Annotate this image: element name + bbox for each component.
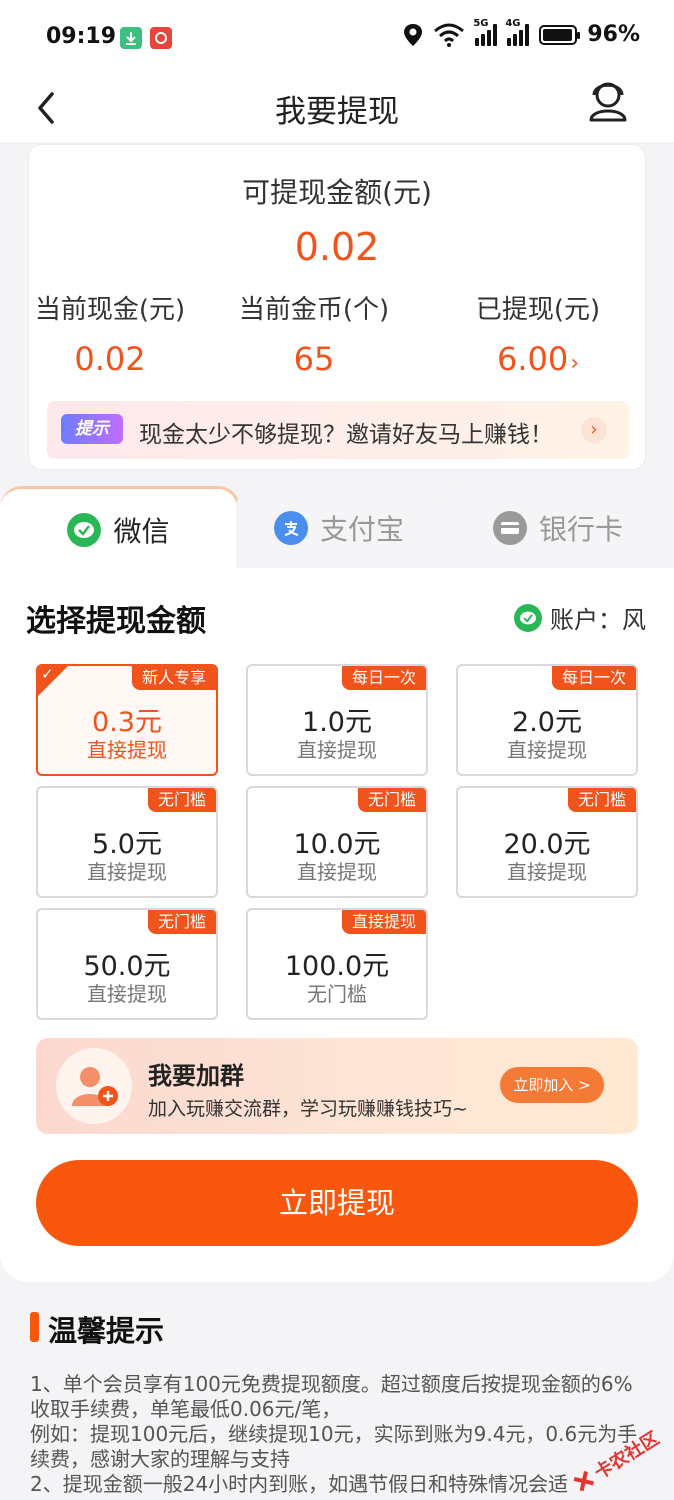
amount-option[interactable]: 无门槛 10.0元 直接提现 [246,786,428,898]
amount-option[interactable]: 直接提现 100.0元 无门槛 [246,908,428,1020]
camera-app-icon [150,27,172,49]
stat-current-coins: 当前金币(个) 65 [211,289,417,378]
stat-value-row: 6.00› [435,340,641,378]
amount-subtitle: 直接提现 [87,738,167,762]
account-label: 账户：风 [550,606,646,634]
amount-subtitle: 直接提现 [87,860,167,884]
amount-subtitle: 直接提现 [297,860,377,884]
amount-option[interactable]: 无门槛 20.0元 直接提现 [456,786,638,898]
amount-tag: 无门槛 [567,788,636,812]
join-group-banner[interactable]: 我要加群 加入玩赚交流群，学习玩赚赚钱技巧~ 立即加入 > [36,1038,638,1134]
invite-tip-bar[interactable]: 提示 现金太少不够提现？邀请好友马上赚钱！ › [47,401,629,459]
amount-tag: 每日一次 [341,666,426,690]
amount-subtitle: 直接提现 [507,738,587,762]
balance-summary-card: 可提现金额(元) 0.02 当前现金(元) 0.02 当前金币(个) 65 已提… [28,144,646,470]
amount-option[interactable]: 无门槛 50.0元 直接提现 [36,908,218,1020]
amount-option[interactable]: ✓ 新人专享 0.3元 直接提现 [36,664,218,776]
amount-option[interactable]: 每日一次 1.0元 直接提现 [246,664,428,776]
wechat-icon [67,512,102,547]
withdraw-now-button[interactable]: 立即提现 [36,1160,638,1246]
tips-title: 温馨提示 [48,1314,165,1348]
tab-label: 微信 [113,514,170,548]
battery-icon [539,24,581,45]
tab-label: 支付宝 [319,513,404,546]
tip-badge: 提示 [61,414,123,444]
amount-tag: 无门槛 [147,910,216,934]
tab-alipay[interactable]: 支付宝 [236,486,442,570]
amount-subtitle: 无门槛 [307,982,367,1006]
amount-subtitle: 直接提现 [507,860,587,884]
wechat-icon [514,603,542,632]
chevron-right-icon: › [570,351,580,376]
stat-value: 6.00 [496,340,569,378]
join-now-button[interactable]: 立即加入 > [500,1067,604,1103]
amount-option[interactable]: 无门槛 5.0元 直接提现 [36,786,218,898]
amount-tag: 每日一次 [551,666,636,690]
signal-4g-icon: 4G [505,18,530,46]
customer-service-button[interactable] [586,78,630,124]
status-bar: 09:19 5G 4G 96% [0,0,674,78]
stat-value: 0.02 [74,340,146,378]
account-info: 账户：风 [514,600,646,635]
location-icon [404,23,423,46]
status-indicators: 5G 4G 96% [403,18,640,47]
available-amount-label: 可提现金额(元) [242,176,432,209]
amount-option[interactable]: 每日一次 2.0元 直接提现 [456,664,638,776]
header: 我要提现 [0,78,674,142]
payment-method-tabs: 微信 支付宝 银行卡 [0,486,674,570]
page-title: 我要提现 [275,94,399,130]
stat-current-cash: 当前现金(元) 0.02 [7,289,213,378]
download-icon [120,27,142,49]
tips-body: 1、单个会员享有100元免费提现额度。超过额度后按提现金额的6%收取手续费，单笔… [30,1372,650,1497]
section-title: 选择提现金额 [26,604,206,639]
check-icon: ✓ [41,665,54,683]
tips-section: 温馨提示 1、单个会员享有100元免费提现额度。超过额度后按提现金额的6%收取手… [0,1282,674,1500]
amount-tag: 无门槛 [357,788,426,812]
alipay-icon [273,511,308,545]
group-description: 加入玩赚交流群，学习玩赚赚钱技巧~ [148,1098,468,1120]
group-title: 我要加群 [148,1062,244,1090]
tab-label: 银行卡 [538,513,623,546]
amount-subtitle: 直接提现 [87,982,167,1006]
chevron-right-icon: › [581,417,607,443]
amount-tag: 直接提现 [341,910,426,934]
stat-label: 当前现金(元) [34,295,186,325]
customer-service-icon [589,82,627,122]
signal-5g-icon: 5G [473,18,498,46]
available-amount-value: 0.02 [294,225,380,269]
tips-line: 1、单个会员享有100元免费提现额度。超过额度后按提现金额的6%收取手续费，单笔… [30,1372,633,1421]
tip-text: 现金太少不够提现？邀请好友马上赚钱！ [139,422,553,448]
withdraw-panel: 选择提现金额 账户：风 ✓ 新人专享 0.3元 直接提现 每日一次 1.0元 直接提现 每日一… [0,568,674,1282]
amount-subtitle: 直接提现 [297,738,377,762]
title-accent-bar [30,1312,39,1342]
tips-line: 例如：提现100元后，继续提现10元，实际到账为9.4元，0.6元为手续费，感谢… [30,1422,638,1471]
stat-label: 当前金币(个) [238,295,390,325]
amount-tag: 无门槛 [147,788,216,812]
stat-value: 65 [293,340,335,378]
battery-level [543,28,573,41]
amount-tag: 新人专享 [131,666,216,690]
stat-label: 已提现(元) [475,295,601,325]
add-group-icon [56,1048,132,1124]
stat-withdrawn[interactable]: 已提现(元) 6.00› [435,289,641,378]
battery-percent: 96% [587,22,640,47]
tips-line: 2、提现金额一般24小时内到账，如遇节假日和特殊情况会适 [30,1472,569,1496]
bank-card-icon [492,511,527,545]
tab-bank-card[interactable]: 银行卡 [442,486,674,570]
status-time: 09:19 [46,24,117,49]
wifi-icon [434,23,465,47]
tab-wechat[interactable]: 微信 [0,486,240,570]
